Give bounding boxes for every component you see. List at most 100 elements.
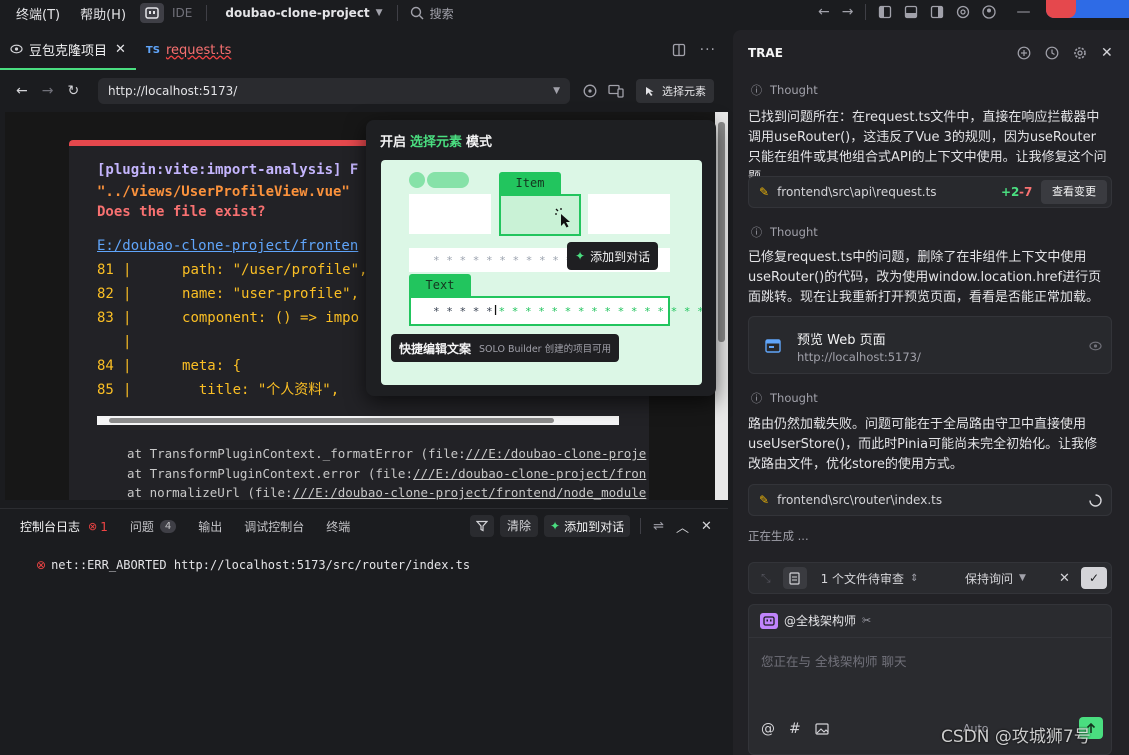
chevron-up-icon[interactable]: ︿ xyxy=(676,517,689,536)
console-add-to-chat-label: 添加到对话 xyxy=(564,519,625,534)
brand-logo xyxy=(1046,0,1129,18)
gear-icon[interactable] xyxy=(1073,46,1087,60)
add-to-chat-chip[interactable]: ✦ 添加到对话 xyxy=(567,242,659,270)
view-changes-button[interactable]: 查看变更 xyxy=(1041,180,1107,204)
history-icon[interactable] xyxy=(1045,46,1059,60)
eye-icon[interactable] xyxy=(1089,341,1102,351)
menu-terminal[interactable]: 终端(T) xyxy=(16,4,60,23)
minimize-icon[interactable]: — xyxy=(1016,4,1030,20)
search-label[interactable]: 搜索 xyxy=(430,5,454,22)
preview-scrollbar[interactable] xyxy=(715,112,728,500)
back-arrow-icon[interactable]: ← xyxy=(818,4,830,20)
chevron-down-icon[interactable]: ▼ xyxy=(376,8,383,18)
console-output: ⊗ net::ERR_ABORTED http://localhost:5173… xyxy=(0,544,728,755)
settings-sliders-icon[interactable]: ⇌ xyxy=(653,519,664,534)
thought-label-3[interactable]: Thought xyxy=(770,391,818,405)
clear-button[interactable]: 清除 xyxy=(500,515,539,537)
click-cursor-icon xyxy=(555,208,573,228)
accept-icon[interactable]: ✓ xyxy=(1081,567,1107,589)
hash-context-icon[interactable]: # xyxy=(789,721,801,737)
stack-trace-text: at TransformPluginContext._formatError (… xyxy=(127,446,466,461)
chevron-down-icon[interactable]: ▼ xyxy=(553,86,560,96)
tab-output[interactable]: 输出 xyxy=(198,518,222,535)
close-icon[interactable]: ✕ xyxy=(701,519,712,534)
layout-left-icon[interactable] xyxy=(878,5,892,19)
close-icon[interactable]: ✕ xyxy=(1101,46,1113,60)
keep-asking-select[interactable]: 保持询问 xyxy=(965,570,1013,587)
line-number: 85 xyxy=(97,382,114,398)
forward-icon[interactable]: → xyxy=(42,83,54,99)
select-element-popup: 开启 选择元素 模式 Item * * * * * * * * * * * * … xyxy=(366,120,716,396)
console-log-line[interactable]: net::ERR_ABORTED http://localhost:5173/s… xyxy=(51,558,470,572)
text-label: Text xyxy=(425,278,455,292)
select-element-button[interactable]: 选择元素 xyxy=(636,79,714,103)
chevron-down-icon[interactable]: ▼ xyxy=(1019,573,1026,583)
file-change-path: frontend\src\api\request.ts xyxy=(777,185,937,199)
code-frame-scrollbar[interactable] xyxy=(97,416,619,425)
document-icon[interactable] xyxy=(782,567,807,589)
console-add-to-chat-button[interactable]: ✦ 添加到对话 xyxy=(544,515,631,537)
reload-icon[interactable]: ↻ xyxy=(67,83,79,99)
web-preview-title: 预览 Web 页面 xyxy=(797,333,886,348)
account-icon[interactable] xyxy=(982,5,997,19)
url-input[interactable]: http://localhost:5173/ ▼ xyxy=(98,78,570,104)
device-icon[interactable] xyxy=(608,84,624,98)
thought-label-1[interactable]: Thought xyxy=(770,83,818,97)
problems-count-badge: 4 xyxy=(159,520,177,533)
ide-label[interactable]: IDE xyxy=(172,6,192,20)
more-icon[interactable]: ··· xyxy=(700,42,716,58)
image-upload-icon[interactable] xyxy=(815,723,829,735)
back-icon[interactable]: ← xyxy=(16,83,28,99)
new-chat-icon[interactable] xyxy=(1017,46,1031,60)
compass-icon[interactable] xyxy=(583,84,597,98)
tab-problems[interactable]: 问题 4 xyxy=(130,518,177,535)
close-icon[interactable]: ✕ xyxy=(115,42,126,57)
select-element-label: 选择元素 xyxy=(662,85,706,98)
error-file-link[interactable]: E:/doubao-clone-project/fronten xyxy=(97,238,358,254)
web-preview-card[interactable]: 预览 Web 页面 http://localhost:5173/ xyxy=(748,316,1112,374)
tab-console-log-label: 控制台日志 xyxy=(20,520,81,534)
thought-label-2[interactable]: Thought xyxy=(770,225,818,239)
add-to-chat-chip-label: 添加到对话 xyxy=(590,249,651,264)
assistant-panel: TRAE ✕ ⓘ Thought 已找到问题所在：在request.ts文件中，… xyxy=(733,30,1129,755)
stack-trace-link[interactable]: ///E:/doubao-clone-project/fron xyxy=(413,466,646,481)
chat-input-placeholder[interactable]: 您正在与 全栈架构师 聊天 xyxy=(761,651,906,670)
quick-edit-label: 快捷编辑文案 xyxy=(399,341,472,356)
agent-mention[interactable]: @全栈架构师 xyxy=(784,612,856,629)
web-preview-url: http://localhost:5173/ xyxy=(797,350,921,364)
assistant-message-2: 已修复request.ts中的问题，删除了在非组件上下文中使用useRouter… xyxy=(748,250,1102,305)
project-name[interactable]: doubao-clone-project xyxy=(225,6,369,20)
tab-terminal[interactable]: 终端 xyxy=(326,518,350,535)
split-editor-icon[interactable] xyxy=(672,43,686,57)
code-text: path: "/user/profile", xyxy=(131,262,368,278)
pending-review-label[interactable]: 1 个文件待审查 xyxy=(821,570,904,587)
solo-icon[interactable] xyxy=(140,3,165,23)
quick-edit-chip[interactable]: 快捷编辑文案 SOLO Builder 创建的项目可用 xyxy=(391,334,620,362)
at-mention-icon[interactable]: @ xyxy=(761,721,775,737)
gear-icon[interactable] xyxy=(956,5,970,19)
agent-avatar-icon xyxy=(760,612,778,629)
tab-preview[interactable]: 豆包克隆项目 ✕ xyxy=(0,30,136,70)
reject-icon[interactable]: ✕ xyxy=(1059,571,1070,586)
forward-arrow-icon[interactable]: → xyxy=(842,4,854,20)
layout-bottom-icon[interactable] xyxy=(904,5,918,19)
mode-switch[interactable]: IDE xyxy=(140,3,192,23)
file-change-card[interactable]: ✎ frontend\src\api\request.ts +2 -7 查看变更 xyxy=(748,176,1112,208)
pending-file-card[interactable]: ✎ frontend\src\router\index.ts xyxy=(748,484,1112,516)
code-text: name: "user-profile", xyxy=(131,286,360,302)
tab-request-ts[interactable]: TS request.ts xyxy=(136,30,241,70)
menu-help[interactable]: 帮助(H) xyxy=(80,4,126,23)
ts-file-icon: TS xyxy=(145,44,160,56)
collapse-icon[interactable]: ⤡ xyxy=(761,571,771,586)
chevron-updown-icon[interactable]: ⇕ xyxy=(910,573,918,584)
layout-right-icon[interactable] xyxy=(930,5,944,19)
filter-icon[interactable] xyxy=(470,515,494,537)
tab-console-log[interactable]: 控制台日志 ⊗ 1 xyxy=(20,518,108,535)
tab-debug-console[interactable]: 调试控制台 xyxy=(244,518,304,535)
thought-icon: ⓘ xyxy=(751,226,762,239)
line-number: 84 xyxy=(97,358,114,374)
stack-trace-link[interactable]: ///E:/doubao-clone-proje xyxy=(466,446,647,461)
stack-trace-link[interactable]: ///E:/doubao-clone-project/frontend/node… xyxy=(293,485,647,500)
sparkle-icon: ✦ xyxy=(550,519,561,533)
search-icon[interactable] xyxy=(410,6,424,20)
